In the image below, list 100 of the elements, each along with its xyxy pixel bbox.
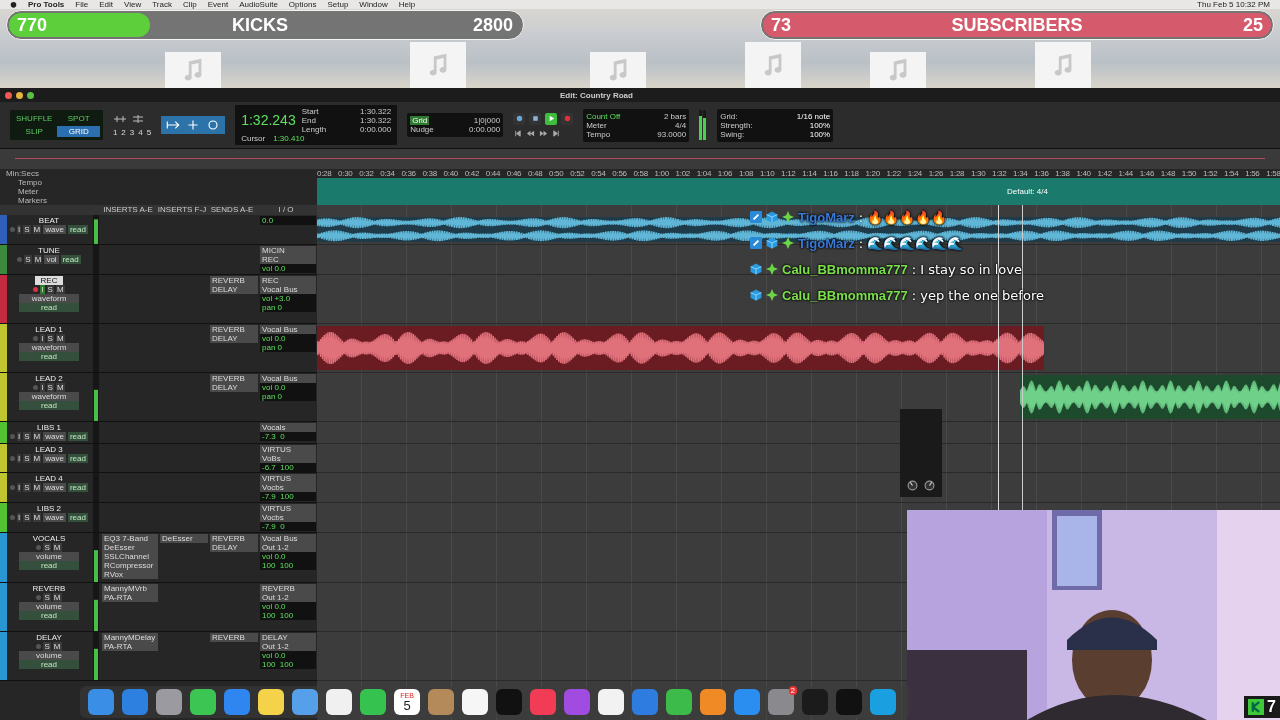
audio-clip[interactable] xyxy=(317,326,1045,370)
toggle-button[interactable]: S xyxy=(43,543,51,552)
menu-item[interactable]: Options xyxy=(288,0,317,9)
automation-selector[interactable]: read xyxy=(67,432,88,441)
zoom-preset-button[interactable]: 2 xyxy=(121,127,126,137)
play-button[interactable] xyxy=(545,112,558,125)
edit-mode-button[interactable]: SLIP xyxy=(13,126,56,137)
knob-icon[interactable] xyxy=(924,480,935,491)
track-name[interactable]: LEAD 1 xyxy=(29,325,69,334)
track-name[interactable]: REVERB xyxy=(26,584,72,593)
app-icon[interactable] xyxy=(190,689,216,715)
toggle-button[interactable]: M xyxy=(32,225,42,234)
insert-slot[interactable]: EQ3 7-Band xyxy=(102,534,158,543)
zoom-preset-button[interactable]: 4 xyxy=(138,127,143,137)
record-arm-button[interactable] xyxy=(33,287,39,292)
toggle-button[interactable]: S xyxy=(23,432,31,441)
io-selector[interactable]: Vocal Bus xyxy=(260,325,316,334)
automation-selector[interactable]: read xyxy=(60,255,81,264)
automation-selector[interactable]: read xyxy=(67,483,88,492)
menu-app-name[interactable]: Pro Tools xyxy=(28,0,65,9)
zoom-preset-button[interactable]: 1 xyxy=(112,127,118,137)
menu-item[interactable]: Clip xyxy=(182,0,197,9)
toggle-button[interactable]: M xyxy=(52,642,62,651)
app-icon[interactable]: 2 xyxy=(768,689,794,715)
column-header[interactable]: INSERTS F-J xyxy=(157,205,207,215)
track-name[interactable]: REC xyxy=(34,276,64,285)
count-off-label[interactable]: Count Off xyxy=(586,111,621,121)
send-slot[interactable]: DELAY xyxy=(210,543,258,552)
app-icon[interactable] xyxy=(700,689,726,715)
column-header[interactable]: I / O xyxy=(257,205,315,215)
app-icon[interactable] xyxy=(258,689,284,715)
menu-item[interactable]: Edit xyxy=(99,0,113,9)
io-selector[interactable]: Vocbs xyxy=(260,483,316,492)
column-header[interactable]: SENDS A-E xyxy=(207,205,257,215)
rewind-icon[interactable] xyxy=(526,128,536,138)
toggle-button[interactable]: I xyxy=(40,285,45,294)
io-selector[interactable]: REC xyxy=(260,255,316,264)
view-selector[interactable]: wave xyxy=(43,432,66,441)
io-selector[interactable]: VIRTUS xyxy=(260,445,316,454)
record-arm-button[interactable] xyxy=(36,545,42,550)
app-icon[interactable] xyxy=(156,689,182,715)
toggle-button[interactable]: I xyxy=(17,513,22,522)
insert-slot[interactable]: RVox xyxy=(102,570,158,579)
record-arm-button[interactable] xyxy=(17,257,23,262)
insert-slot[interactable]: PA-RTA xyxy=(102,593,158,602)
automation-selector[interactable]: read xyxy=(67,225,88,234)
toggle-button[interactable]: I xyxy=(17,225,22,234)
send-slot[interactable]: REVERB xyxy=(210,633,258,642)
app-icon[interactable] xyxy=(292,689,318,715)
view-selector[interactable]: vol xyxy=(44,255,59,264)
io-selector[interactable]: Vocbs xyxy=(260,513,316,522)
view-selector[interactable]: wave xyxy=(43,513,66,522)
app-icon[interactable] xyxy=(666,689,692,715)
io-selector[interactable]: REVERB xyxy=(260,584,316,593)
io-selector[interactable]: Vocals xyxy=(260,423,316,432)
automation-selector[interactable]: read xyxy=(19,561,79,570)
toggle-button[interactable]: S xyxy=(46,285,54,294)
toggle-button[interactable]: M xyxy=(55,285,65,294)
toggle-button[interactable]: M xyxy=(32,432,42,441)
nudge-value[interactable]: 0:00.000 xyxy=(469,125,501,134)
view-selector[interactable]: volume xyxy=(19,552,79,561)
rewind-start-icon[interactable] xyxy=(513,128,523,138)
toggle-button[interactable]: M xyxy=(33,255,43,264)
toggle-button[interactable]: M xyxy=(52,543,62,552)
toggle-button[interactable]: S xyxy=(23,225,31,234)
view-selector[interactable]: wave xyxy=(43,454,66,463)
io-selector[interactable]: Out 1-2 xyxy=(260,642,316,651)
insert-slot[interactable]: DeEsser xyxy=(160,534,208,543)
io-selector[interactable]: VoBs xyxy=(260,454,316,463)
io-selector[interactable]: Vocal Bus xyxy=(260,374,316,383)
send-slot[interactable]: REVERB xyxy=(210,374,258,383)
trim-tool-icon[interactable] xyxy=(165,119,182,131)
track-name[interactable]: LIBS 2 xyxy=(31,504,67,513)
toggle-button[interactable]: M xyxy=(32,483,42,492)
io-selector[interactable]: DELAY xyxy=(260,633,316,642)
toggle-button[interactable]: S xyxy=(23,454,31,463)
toggle-button[interactable]: I xyxy=(40,383,45,392)
io-selector[interactable]: Out 1-2 xyxy=(260,543,316,552)
edit-mode-button[interactable]: SHUFFLE xyxy=(13,113,56,124)
grid-value[interactable]: 1|0|000 xyxy=(473,116,501,125)
edit-mode-button[interactable]: SPOT xyxy=(57,113,100,124)
io-selector[interactable]: REC xyxy=(260,276,316,285)
insert-slot[interactable]: RCompressor xyxy=(102,561,158,570)
toggle-button[interactable]: S xyxy=(46,334,54,343)
io-selector[interactable]: VIRTUS xyxy=(260,504,316,513)
track-name[interactable]: VOCALS xyxy=(26,534,72,543)
io-selector[interactable]: Vocal Bus xyxy=(260,534,316,543)
app-icon[interactable] xyxy=(598,689,624,715)
grid-setting-value[interactable]: 100% xyxy=(809,129,831,139)
track-name[interactable]: BEAT xyxy=(32,216,66,225)
io-selector[interactable]: Vocal Bus xyxy=(260,285,316,294)
automation-selector[interactable]: read xyxy=(67,513,88,522)
zoom-icon[interactable] xyxy=(27,91,34,99)
insert-slot[interactable]: MannyMVrb xyxy=(102,584,158,593)
toggle-button[interactable]: S xyxy=(43,593,51,602)
record-arm-button[interactable] xyxy=(36,595,42,600)
column-header[interactable]: INSERTS A-E xyxy=(99,205,157,215)
minimize-icon[interactable] xyxy=(16,91,23,99)
automation-selector[interactable]: read xyxy=(19,352,79,361)
menu-item[interactable]: Window xyxy=(359,0,388,9)
